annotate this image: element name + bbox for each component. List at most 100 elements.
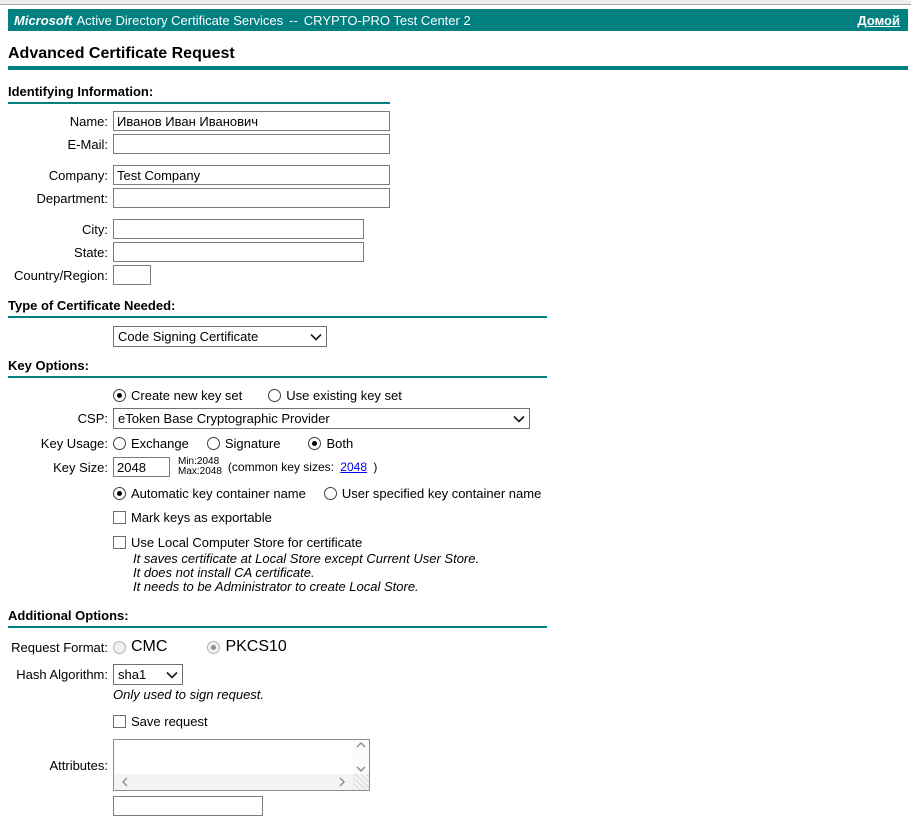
hash-note: Only used to sign request. (113, 687, 265, 702)
automatic-container-radio[interactable] (113, 487, 126, 500)
exportable-row: Mark keys as exportable (113, 510, 908, 525)
use-existing-key-set-option[interactable]: Use existing key set (268, 388, 402, 403)
csp-value: eToken Base Cryptographic Provider (118, 411, 330, 426)
automatic-container-label: Automatic key container name (131, 486, 306, 501)
key-usage-label: Key Usage: (40, 436, 108, 451)
key-size-row: Key Size: Min:2048 Max:2048 (common key … (8, 457, 908, 477)
chevron-down-icon (166, 671, 178, 679)
local-store-option[interactable]: Use Local Computer Store for certificate (113, 535, 362, 550)
local-store-checkbox[interactable] (113, 536, 126, 549)
top-strip (0, 0, 911, 5)
country-row: Country/Region: (8, 265, 908, 285)
pkcs10-label: PKCS10 (225, 638, 287, 655)
local-store-row: Use Local Computer Store for certificate (113, 535, 908, 550)
scroll-up-icon[interactable] (356, 742, 366, 748)
key-options-heading: Key Options: (8, 358, 547, 378)
exchange-radio-option[interactable]: Exchange (113, 436, 189, 451)
email-input[interactable] (113, 134, 390, 154)
banner-ca-name: CRYPTO-PRO Test Center 2 (303, 12, 471, 28)
use-existing-key-set-label: Use existing key set (286, 388, 402, 403)
name-label: Name: (69, 113, 108, 129)
exchange-radio[interactable] (113, 437, 126, 450)
hash-algorithm-select[interactable]: sha1 (113, 664, 183, 685)
key-size-input[interactable] (113, 457, 170, 477)
department-input[interactable] (113, 188, 390, 208)
hash-algorithm-label: Hash Algorithm: (16, 667, 108, 682)
create-new-key-set-label: Create new key set (131, 388, 243, 403)
additional-options-heading: Additional Options: (8, 608, 547, 628)
state-label: State: (74, 244, 108, 260)
identifying-heading: Identifying Information: (8, 84, 390, 104)
signature-radio[interactable] (206, 437, 220, 450)
department-label: Department: (36, 190, 108, 206)
save-request-option[interactable]: Save request (113, 714, 208, 729)
common-key-sizes-text: (common key sizes: 2048 ) (228, 460, 377, 474)
csp-select[interactable]: eToken Base Cryptographic Provider (113, 408, 530, 429)
cmc-radio[interactable] (113, 640, 126, 654)
cmc-label: CMC (131, 638, 168, 655)
scroll-right-icon[interactable] (339, 777, 345, 787)
certificate-type-select[interactable]: Code Signing Certificate (113, 326, 327, 347)
mark-exportable-option[interactable]: Mark keys as exportable (113, 510, 272, 525)
local-store-note-1: It saves certificate at Local Store exce… (133, 551, 480, 566)
home-link[interactable]: Домой (857, 13, 900, 28)
company-label: Company: (48, 167, 108, 183)
scroll-down-icon[interactable] (356, 766, 366, 772)
save-request-row: Save request (113, 714, 908, 729)
save-request-label: Save request (131, 714, 208, 729)
common-key-sizes-close: ) (373, 460, 378, 474)
attributes-row: Attributes: (8, 739, 908, 791)
title-rule (8, 66, 908, 70)
signature-radio-option[interactable]: Signature (206, 436, 280, 451)
city-row: City: (8, 219, 908, 239)
request-format-row: Request Format: CMC PKCS10 (8, 638, 908, 656)
department-row: Department: (8, 188, 908, 208)
cert-type-row: Code Signing Certificate (113, 326, 908, 347)
automatic-container-option[interactable]: Automatic key container name (113, 486, 306, 501)
banner-separator: -- (289, 12, 298, 28)
both-label: Both (326, 436, 354, 451)
city-input[interactable] (113, 219, 364, 239)
pkcs10-radio[interactable] (207, 640, 221, 654)
local-store-note-2: It does not install CA certificate. (133, 565, 315, 580)
banner-product: Active Directory Certificate Services (76, 12, 284, 28)
country-label: Country/Region: (14, 267, 108, 283)
vertical-scrollbar[interactable] (353, 740, 369, 774)
chevron-down-icon (310, 333, 322, 341)
save-request-checkbox[interactable] (113, 715, 126, 728)
scroll-left-icon[interactable] (122, 777, 128, 787)
key-size-max-label: Max:2048 (178, 466, 222, 477)
cert-type-heading: Type of Certificate Needed: (8, 298, 547, 318)
state-input[interactable] (113, 242, 364, 262)
cmc-radio-option[interactable]: CMC (113, 638, 167, 656)
partial-input[interactable] (113, 796, 263, 816)
key-size-minmax: Min:2048 Max:2048 (178, 457, 222, 477)
hash-algorithm-row: Hash Algorithm: sha1 (8, 664, 908, 685)
create-new-key-set-radio[interactable] (113, 389, 126, 402)
city-label: City: (82, 221, 108, 237)
common-key-size-link[interactable]: 2048 (340, 460, 367, 474)
create-new-key-set-option[interactable]: Create new key set (113, 388, 242, 403)
company-input[interactable] (113, 165, 390, 185)
name-input[interactable] (113, 111, 390, 131)
page-title: Advanced Certificate Request (8, 45, 235, 62)
both-radio-option[interactable]: Both (308, 436, 353, 451)
user-container-option[interactable]: User specified key container name (323, 486, 541, 501)
mark-exportable-checkbox[interactable] (113, 511, 126, 524)
certificate-type-value: Code Signing Certificate (118, 329, 259, 344)
user-container-radio[interactable] (323, 487, 337, 500)
csp-row: CSP: eToken Base Cryptographic Provider (8, 408, 908, 429)
scrollbar-corner (353, 774, 369, 790)
state-row: State: (8, 242, 908, 262)
name-row: Name: (8, 111, 908, 131)
use-existing-key-set-radio[interactable] (268, 389, 282, 402)
horizontal-scrollbar[interactable] (114, 774, 353, 790)
csp-label: CSP: (77, 411, 108, 426)
country-input[interactable] (113, 265, 151, 285)
attributes-textarea[interactable] (113, 739, 370, 791)
pkcs10-radio-option[interactable]: PKCS10 (207, 638, 287, 656)
both-radio[interactable] (308, 437, 322, 450)
key-size-label: Key Size: (53, 459, 108, 475)
common-key-sizes-prefix: (common key sizes: (227, 460, 334, 474)
local-store-note-3: It needs to be Administrator to create L… (133, 579, 419, 594)
